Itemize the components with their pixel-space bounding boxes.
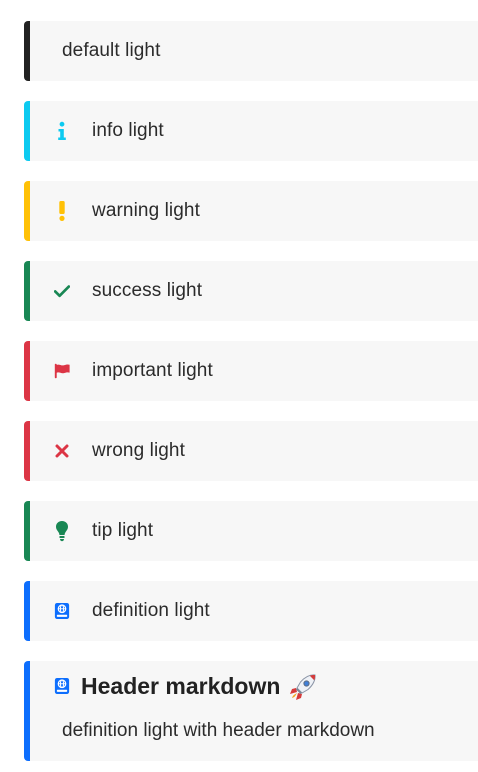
callout-tip-text: tip light bbox=[92, 520, 154, 541]
flag-icon bbox=[54, 361, 70, 381]
callout-list: default light info light warning light s… bbox=[24, 21, 478, 761]
lightbulb-icon bbox=[54, 521, 70, 542]
exclamation-icon bbox=[54, 201, 70, 221]
callout-default: default light bbox=[24, 21, 478, 81]
callout-success: success light bbox=[24, 261, 478, 321]
callout-info-text: info light bbox=[92, 120, 164, 141]
x-icon bbox=[54, 441, 70, 461]
callout-info: info light bbox=[24, 101, 478, 161]
callout-header-title: Header markdown bbox=[81, 672, 281, 699]
callout-important-text: important light bbox=[92, 360, 213, 381]
callout-warning-text: warning light bbox=[92, 200, 200, 221]
callout-tip: tip light bbox=[24, 501, 478, 561]
callout-important: important light bbox=[24, 341, 478, 401]
callout-default-text: default light bbox=[62, 40, 161, 61]
callout-definition-text: definition light bbox=[92, 600, 210, 621]
callout-definition-header: Header markdown definition light with he… bbox=[24, 661, 478, 761]
check-icon bbox=[54, 281, 70, 301]
callout-success-text: success light bbox=[92, 280, 203, 301]
info-icon bbox=[54, 121, 70, 141]
book-icon bbox=[54, 601, 70, 621]
callout-header-body: definition light with header markdown bbox=[62, 720, 375, 741]
book-icon bbox=[54, 676, 70, 696]
callout-wrong-text: wrong light bbox=[92, 440, 185, 461]
callout-wrong: wrong light bbox=[24, 421, 478, 481]
callout-definition: definition light bbox=[24, 581, 478, 641]
callout-header-row: Header markdown bbox=[30, 671, 478, 701]
callout-warning: warning light bbox=[24, 181, 478, 241]
rocket-icon bbox=[288, 670, 320, 702]
